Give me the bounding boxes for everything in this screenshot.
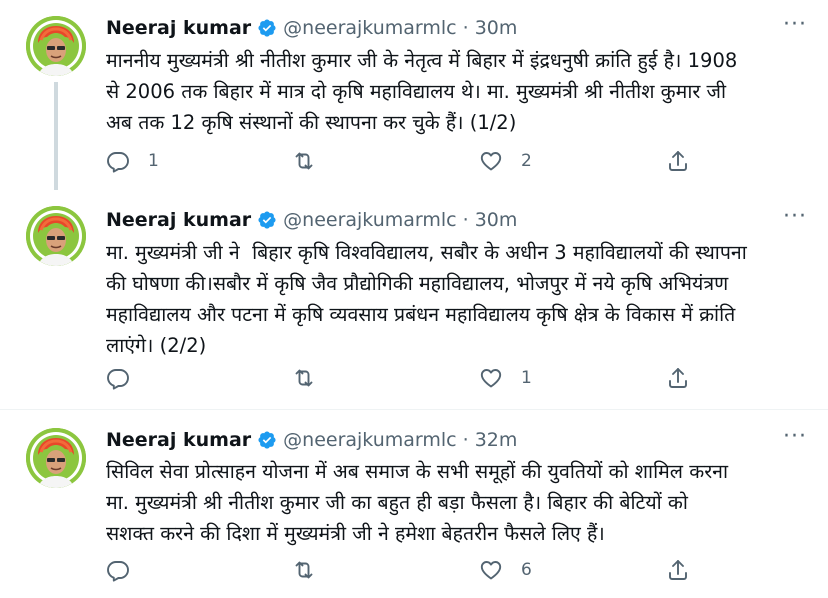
like-button[interactable]: 1 — [479, 363, 532, 393]
author-name[interactable]: Neeraj kumar — [106, 429, 251, 451]
separator-dot: · — [462, 429, 469, 451]
tweet-2[interactable]: Neeraj kumar @neerajkumarmlc · 30m ··· म… — [0, 190, 828, 410]
tweet-actions: 6 — [106, 555, 706, 585]
timestamp[interactable]: 32m — [475, 429, 518, 451]
verified-badge-icon — [257, 430, 277, 450]
more-options-icon[interactable]: ··· — [780, 206, 810, 234]
author-handle[interactable]: @neerajkumarmlc — [283, 209, 456, 231]
verified-badge-icon — [257, 18, 277, 38]
tweet-3[interactable]: Neeraj kumar @neerajkumarmlc · 32m ··· स… — [0, 410, 828, 598]
tweet-header: Neeraj kumar @neerajkumarmlc · 32m — [106, 426, 517, 454]
share-icon — [666, 149, 690, 173]
avatar[interactable] — [26, 206, 86, 266]
author-handle[interactable]: @neerajkumarmlc — [283, 17, 456, 39]
retweet-button[interactable] — [292, 146, 334, 176]
separator-dot: · — [462, 209, 469, 231]
share-button[interactable] — [666, 555, 690, 585]
thread-connector-line — [54, 82, 58, 190]
verified-badge-icon — [257, 210, 277, 230]
like-button[interactable]: 2 — [479, 146, 532, 176]
like-icon — [479, 149, 503, 173]
retweet-button[interactable] — [292, 363, 334, 393]
retweet-button[interactable] — [292, 555, 334, 585]
tweet-text: मा. मुख्यमंत्री जी ने बिहार कृषि विश्ववि… — [106, 241, 747, 357]
tweet-header: Neeraj kumar @neerajkumarmlc · 30m — [106, 14, 517, 42]
like-count: 2 — [521, 151, 532, 171]
share-icon — [666, 366, 690, 390]
timestamp[interactable]: 30m — [475, 209, 518, 231]
share-button[interactable] — [666, 363, 690, 393]
retweet-icon — [292, 366, 316, 390]
retweet-icon — [292, 149, 316, 173]
share-icon — [666, 558, 690, 582]
like-button[interactable]: 6 — [479, 555, 532, 585]
avatar[interactable] — [26, 428, 86, 488]
reply-button[interactable] — [106, 555, 148, 585]
reply-count: 1 — [148, 151, 159, 171]
reply-button[interactable] — [106, 363, 148, 393]
more-options-icon[interactable]: ··· — [780, 426, 810, 454]
like-count: 1 — [521, 368, 532, 388]
retweet-icon — [292, 558, 316, 582]
share-button[interactable] — [666, 146, 690, 176]
reply-icon — [106, 558, 130, 582]
like-count: 6 — [521, 560, 532, 580]
tweet-header: Neeraj kumar @neerajkumarmlc · 30m — [106, 206, 517, 234]
like-icon — [479, 558, 503, 582]
tweet-actions: 1 2 — [106, 146, 706, 176]
reply-icon — [106, 149, 130, 173]
reply-icon — [106, 366, 130, 390]
timestamp[interactable]: 30m — [475, 17, 518, 39]
tweet-1[interactable]: Neeraj kumar @neerajkumarmlc · 30m ··· म… — [0, 0, 828, 190]
reply-button[interactable]: 1 — [106, 146, 159, 176]
tweet-text: माननीय मुख्यमंत्री श्री नीतीश कुमार जी क… — [106, 49, 738, 134]
tweet-text: सिविल सेवा प्रोत्साहन योजना में अब समाज … — [106, 460, 729, 545]
like-icon — [479, 366, 503, 390]
author-name[interactable]: Neeraj kumar — [106, 209, 251, 231]
author-handle[interactable]: @neerajkumarmlc — [283, 429, 456, 451]
separator-dot: · — [462, 17, 469, 39]
more-options-icon[interactable]: ··· — [780, 14, 810, 42]
author-name[interactable]: Neeraj kumar — [106, 17, 251, 39]
avatar[interactable] — [26, 16, 86, 76]
tweet-actions: 1 — [106, 363, 706, 393]
